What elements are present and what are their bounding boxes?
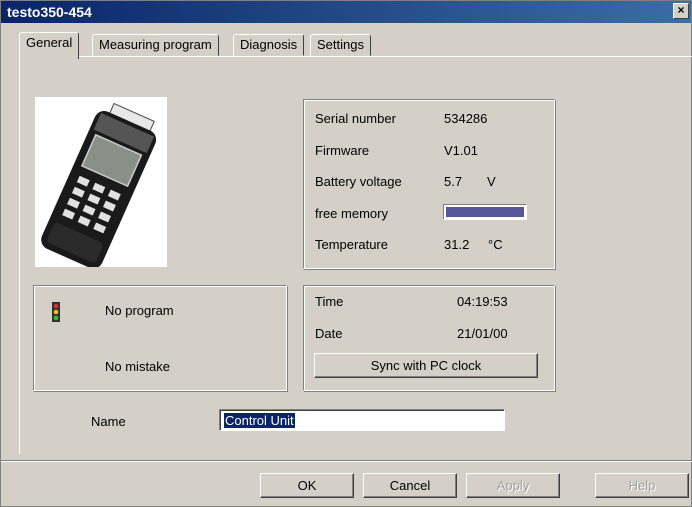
- status-group: [33, 285, 287, 391]
- battery-voltage-label: Battery voltage: [315, 174, 402, 189]
- separator: [1, 460, 692, 462]
- time-value: 04:19:53: [457, 294, 508, 309]
- free-memory-label: free memory: [315, 206, 388, 221]
- device-image: [35, 97, 167, 269]
- serial-number-label: Serial number: [315, 111, 396, 126]
- temperature-unit: °C: [488, 237, 503, 252]
- time-label: Time: [315, 294, 344, 309]
- sync-clock-button[interactable]: Sync with PC clock: [314, 353, 538, 378]
- battery-voltage-unit: V: [487, 174, 496, 189]
- tab-measuring-program[interactable]: Measuring program: [92, 34, 219, 56]
- tab-settings[interactable]: Settings: [310, 34, 371, 56]
- name-field-value: Control Unit: [224, 413, 295, 428]
- apply-button[interactable]: Apply: [466, 473, 560, 498]
- date-label: Date: [315, 326, 343, 341]
- handheld-device-icon: [41, 102, 157, 269]
- help-button[interactable]: Help: [595, 473, 689, 498]
- serial-number-value: 534286: [444, 111, 488, 126]
- title-bar[interactable]: testo350-454 ×: [1, 1, 691, 23]
- temperature-label: Temperature: [315, 237, 388, 252]
- tab-diagnosis[interactable]: Diagnosis: [233, 34, 305, 56]
- temperature-value: 31.2: [444, 237, 470, 252]
- free-memory-bar: [443, 204, 527, 220]
- window-title: testo350-454: [7, 4, 92, 20]
- free-memory-fill: [446, 207, 524, 217]
- dialog-window: testo350-454 × General Measuring program…: [0, 0, 692, 507]
- close-icon: ×: [677, 3, 685, 17]
- name-field[interactable]: Control Unit: [219, 409, 505, 431]
- name-label: Name: [91, 414, 126, 429]
- battery-voltage-value: 5.7: [444, 174, 463, 189]
- firmware-value: V1.01: [444, 143, 478, 158]
- ok-button[interactable]: OK: [260, 473, 354, 498]
- program-status: No program: [105, 303, 174, 318]
- mistake-status: No mistake: [105, 359, 171, 374]
- traffic-light-icon: [52, 302, 60, 322]
- firmware-label: Firmware: [315, 143, 370, 158]
- cancel-button[interactable]: Cancel: [363, 473, 457, 498]
- date-value: 21/01/00: [457, 326, 508, 341]
- tab-general[interactable]: General: [19, 32, 80, 59]
- close-button[interactable]: ×: [673, 3, 689, 19]
